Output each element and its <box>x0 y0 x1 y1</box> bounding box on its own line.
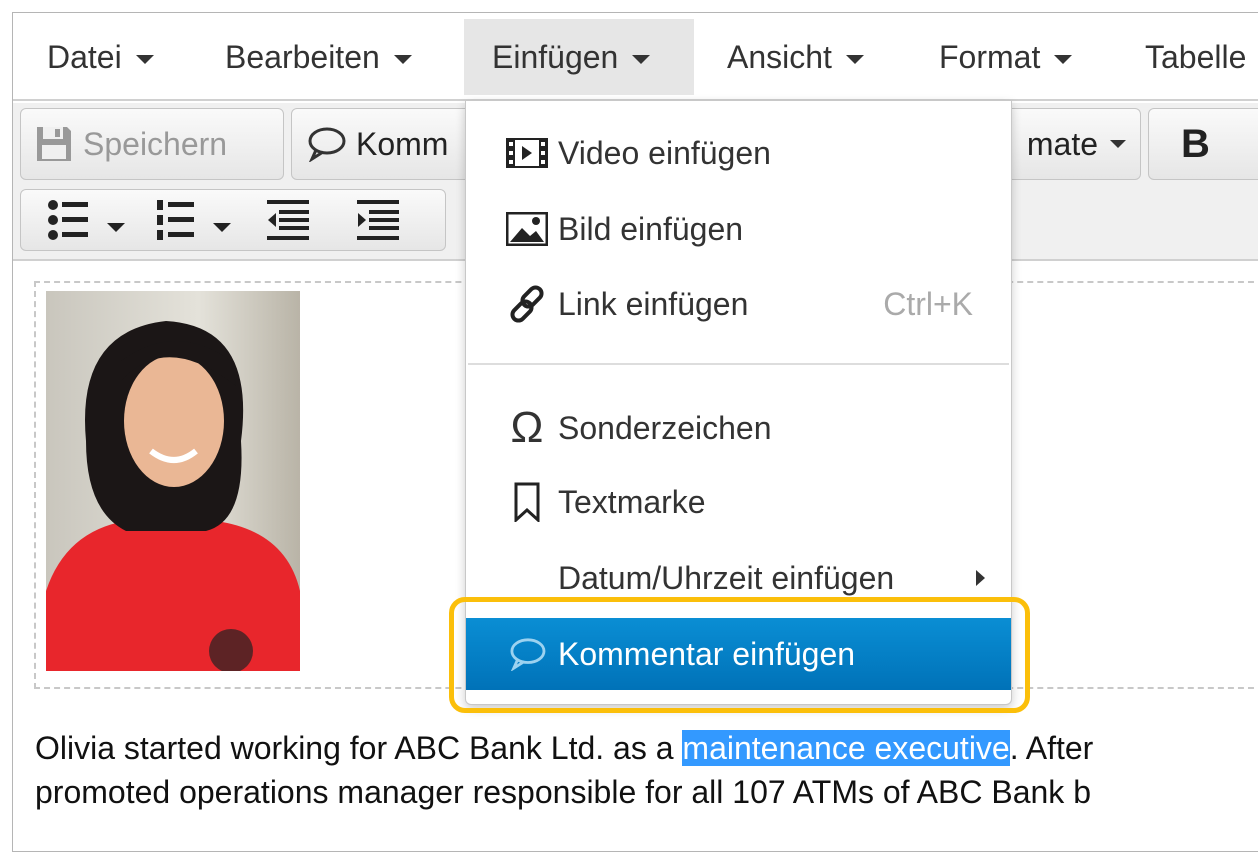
menu-label: Bearbeiten <box>225 39 380 75</box>
menu-item-label: Datum/Uhrzeit einfügen <box>558 559 895 596</box>
menu-ansicht[interactable]: Ansicht <box>699 19 892 95</box>
comment-icon <box>308 127 346 162</box>
menu-item-label: Video einfügen <box>558 134 771 171</box>
caret-down-icon <box>1110 140 1126 148</box>
annotation-highlight-ring <box>449 597 1030 713</box>
caret-down-icon <box>632 55 651 65</box>
submenu-arrow-icon <box>976 570 985 586</box>
menubar: Datei Bearbeiten Einfügen Ansicht Format… <box>13 13 1258 101</box>
portrait-image <box>46 321 300 671</box>
menu-item-label: Sonderzeichen <box>558 409 772 446</box>
menu-label: Ansicht <box>727 39 832 75</box>
formats-label: mate <box>1026 125 1098 162</box>
bullet-list-icon[interactable] <box>45 195 145 245</box>
caret-down-icon <box>393 55 412 65</box>
bold-button[interactable]: B <box>1148 108 1258 180</box>
formats-button[interactable]: mate <box>993 108 1141 180</box>
menu-tabelle[interactable]: Tabelle <box>1117 19 1258 95</box>
caret-down-icon <box>845 55 864 65</box>
caret-down-icon <box>135 55 154 65</box>
menu-item-label: Textmarke <box>558 483 706 520</box>
menu-datei[interactable]: Datei <box>19 19 182 95</box>
save-button[interactable]: Speichern <box>20 108 284 180</box>
outdent-icon[interactable] <box>265 195 315 245</box>
menu-item-bookmark[interactable]: Textmarke <box>466 466 1011 538</box>
shortcut-label: Ctrl+K <box>883 285 973 322</box>
comment-label: Komm <box>356 125 449 162</box>
selected-text: maintenance executive <box>682 730 1010 766</box>
list-button-group <box>20 189 446 251</box>
menu-item-special-chars[interactable]: Ω Sonderzeichen <box>466 392 1011 464</box>
indent-icon[interactable] <box>355 195 405 245</box>
menu-label: Format <box>939 39 1041 75</box>
menu-item-video[interactable]: Video einfügen <box>466 117 1011 189</box>
menu-item-image[interactable]: Bild einfügen <box>466 193 1011 265</box>
paragraph: Olivia started working for ABC Bank Ltd.… <box>35 726 1093 814</box>
menu-item-link[interactable]: Link einfügen Ctrl+K <box>466 268 1011 340</box>
paragraph-line-1: Olivia started working for ABC Bank Ltd.… <box>35 726 1093 770</box>
caret-down-icon <box>1054 55 1073 65</box>
numbered-list-icon[interactable] <box>153 195 253 245</box>
menu-bearbeiten[interactable]: Bearbeiten <box>197 19 440 95</box>
menu-einfuegen[interactable]: Einfügen <box>464 19 694 95</box>
text: . After <box>1009 730 1094 766</box>
menu-separator <box>468 363 1009 365</box>
text: Olivia started working for ABC Bank Ltd.… <box>35 730 683 766</box>
menu-format[interactable]: Format <box>911 19 1100 95</box>
menu-label: Datei <box>47 39 122 75</box>
portrait-photo[interactable] <box>46 291 300 671</box>
image-icon <box>504 212 550 246</box>
film-icon <box>504 138 550 168</box>
save-icon <box>37 127 71 161</box>
menu-label: Tabelle <box>1145 39 1247 75</box>
menu-label: Einfügen <box>492 39 619 75</box>
menu-item-label: Bild einfügen <box>558 210 744 247</box>
bookmark-icon <box>504 482 550 522</box>
paragraph-line-2: promoted operations manager responsible … <box>35 774 1091 810</box>
bold-label: B <box>1181 121 1210 166</box>
link-icon <box>504 283 550 325</box>
comment-button[interactable]: Komm <box>291 108 481 180</box>
save-label: Speichern <box>83 125 228 162</box>
omega-icon: Ω <box>510 403 544 452</box>
menu-item-label: Link einfügen <box>558 285 749 322</box>
